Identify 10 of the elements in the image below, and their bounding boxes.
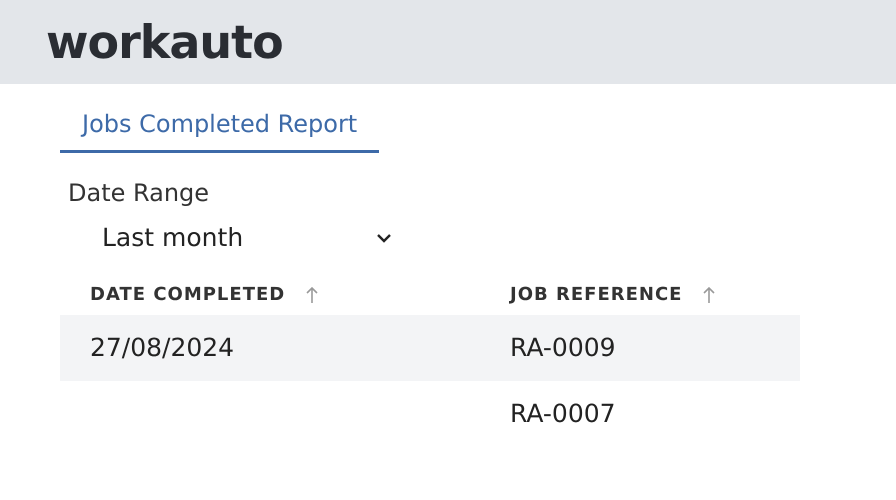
column-header[interactable]: DATE COMPLETED	[60, 274, 480, 315]
table-cell: 27/08/2024	[60, 315, 480, 381]
sort-arrow-icon[interactable]	[702, 286, 716, 304]
chevron-down-icon	[376, 232, 392, 242]
date-range-label: Date Range	[68, 179, 210, 207]
logo: workauto	[46, 15, 283, 69]
report-tab[interactable]: Jobs Completed Report	[60, 104, 380, 153]
column-header[interactable]: JOB REFERENCE	[480, 274, 800, 315]
sort-arrow-icon[interactable]	[305, 286, 320, 304]
table-cell: RA-0009	[480, 315, 800, 381]
